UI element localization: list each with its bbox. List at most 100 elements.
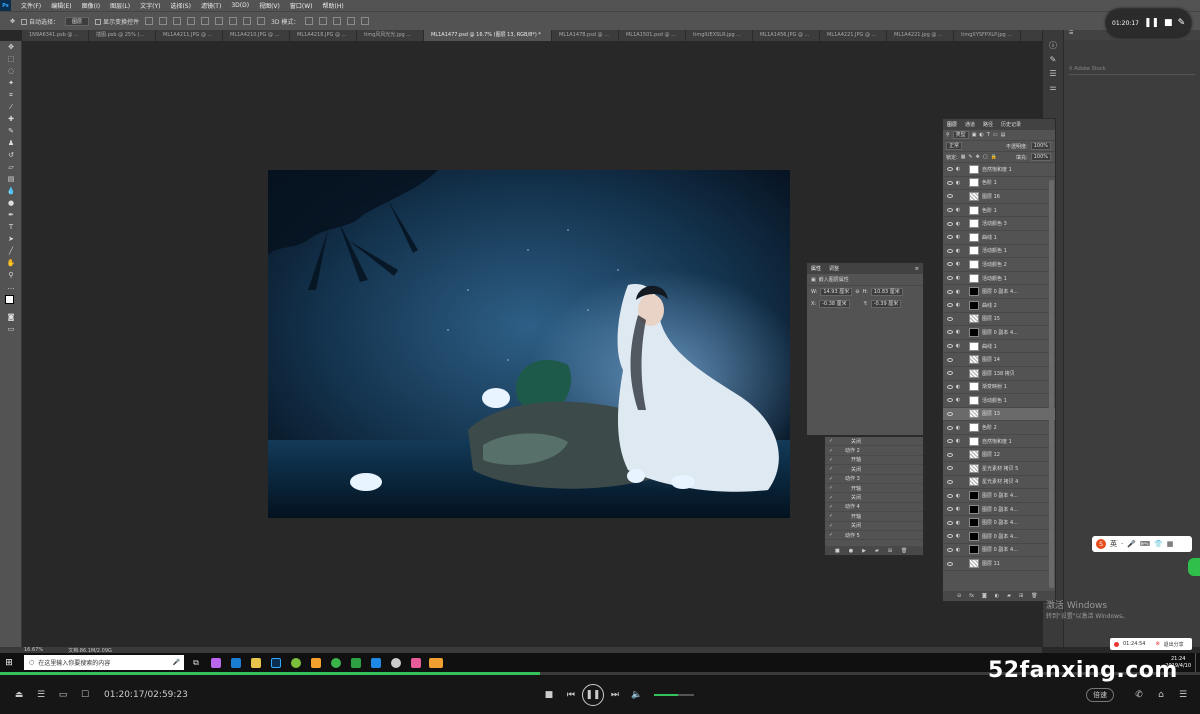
visibility-eye-icon[interactable] <box>947 235 953 240</box>
doc-tab[interactable]: timg风风光光.jpg ... <box>357 30 424 41</box>
doc-tab-active[interactable]: ML1A1477.psd @ 16.7% (图层 13, RGB/8*) * <box>424 30 552 41</box>
layer-row[interactable]: 星光素材 拷贝 4 <box>943 476 1055 490</box>
layer-name[interactable]: 图层 0 副本 4... <box>982 492 1018 499</box>
layer-row[interactable]: ◐ 曲线 1 <box>943 231 1055 245</box>
lock-brush-icon[interactable]: ✎ <box>968 154 972 160</box>
share-icon[interactable]: ⌂ <box>1150 690 1172 700</box>
doc-tab[interactable]: ML1A1501.psd @ ... <box>619 30 686 41</box>
menu-view[interactable]: 视图(V) <box>259 1 280 10</box>
layer-name[interactable]: 图层 12 <box>982 451 1000 458</box>
action-row[interactable]: ✓ 开轴 <box>825 484 923 494</box>
menu-3d[interactable]: 3D(D) <box>231 2 249 9</box>
action-row[interactable]: ✓ 动作 5 <box>825 531 923 541</box>
color-swatches[interactable] <box>0 293 21 311</box>
photoshop-icon[interactable] <box>268 653 284 672</box>
lock-move-icon[interactable]: ✥ <box>976 154 980 160</box>
quick-mask-icon[interactable]: ◙ <box>0 311 22 323</box>
rotate-3d-icon[interactable] <box>305 17 314 25</box>
healing-brush-icon[interactable]: ✚ <box>0 113 22 125</box>
adjust-icon[interactable]: ☰ <box>1043 66 1063 80</box>
app-icon-2[interactable] <box>308 653 324 672</box>
layer-name[interactable]: 图层 0 副本 4... <box>982 288 1018 295</box>
visibility-eye-icon[interactable] <box>947 561 953 566</box>
windows-start-icon[interactable]: ⊞ <box>0 653 18 672</box>
stop-icon[interactable]: ■ <box>1164 18 1173 28</box>
play-icon[interactable]: ▶ <box>862 548 866 554</box>
layer-row[interactable]: ◐ 自然饱和度 1 <box>943 163 1055 177</box>
action-row[interactable]: ✓ 动作 3 <box>825 475 923 484</box>
speed-button[interactable]: 倍速 <box>1086 687 1114 702</box>
layer-name[interactable]: 渐变映射 1 <box>982 383 1007 390</box>
show-transform-checkbox[interactable]: 显示变换控件 <box>95 17 139 26</box>
y-field[interactable]: -0.39 厘米 <box>870 300 902 308</box>
layer-name[interactable]: 星光素材 拷贝 4 <box>982 478 1018 485</box>
menu-type[interactable]: 文字(Y) <box>140 1 160 10</box>
fill-field[interactable]: 100% <box>1030 153 1051 161</box>
visibility-eye-icon[interactable] <box>947 289 953 294</box>
layer-row[interactable]: 星光素材 拷贝 5 <box>943 462 1055 476</box>
explorer-icon[interactable] <box>248 653 264 672</box>
filter-smart-icon[interactable]: ▤ <box>1001 132 1006 138</box>
layer-row[interactable]: ◐ 图层 0 副本 4... <box>943 530 1055 544</box>
pan-3d-icon[interactable] <box>333 17 342 25</box>
menu-file[interactable]: 文件(F) <box>21 1 41 10</box>
screen-mode-icon[interactable]: ▭ <box>0 323 22 335</box>
layer-row[interactable]: 图层 13 <box>943 407 1055 422</box>
app-icon-4[interactable] <box>348 653 364 672</box>
menu-image[interactable]: 图像(I) <box>82 1 100 10</box>
distribute-icon-3[interactable] <box>257 17 266 25</box>
pen-tool-icon[interactable]: ✒ <box>0 209 22 221</box>
stop-icon[interactable]: ■ <box>538 690 560 700</box>
stop-icon[interactable]: ■ <box>835 548 840 554</box>
app-icon-6[interactable] <box>388 653 404 672</box>
doc-tab[interactable]: ML1A4211.JPG @ ... <box>156 30 223 41</box>
new-action-icon[interactable]: ⊞ <box>888 548 892 554</box>
filter-type-icon[interactable]: T <box>987 132 990 138</box>
visibility-eye-icon[interactable] <box>947 411 953 416</box>
panel-menu-icon[interactable]: ≡ <box>915 266 919 272</box>
filter-shape-icon[interactable]: ▭ <box>993 132 998 138</box>
scale-3d-icon[interactable] <box>361 17 370 25</box>
menu-window[interactable]: 窗口(W) <box>290 1 313 10</box>
side-tab-button[interactable] <box>1188 558 1200 576</box>
brush-settings-icon[interactable]: ✎ <box>1043 52 1063 66</box>
layer-row[interactable]: ◐ 活动颜色 2 <box>943 258 1055 272</box>
volume-icon[interactable]: 🔈 <box>626 690 648 700</box>
layer-name[interactable]: 活动颜色 1 <box>982 275 1007 282</box>
next-icon[interactable]: ⏭ <box>604 690 626 700</box>
doc-tab[interactable]: ML1A1456.JPG @ ... <box>753 30 820 41</box>
visibility-eye-icon[interactable] <box>947 248 953 253</box>
layer-name[interactable]: 活动颜色 2 <box>982 261 1007 268</box>
layer-name[interactable]: 图层 15 <box>982 315 1000 322</box>
layer-row[interactable]: ◐ 图层 0 副本 4... <box>943 516 1055 531</box>
doc-tab[interactable]: ML1A4218.JPG @ ... <box>290 30 357 41</box>
task-view-icon[interactable]: ⧉ <box>188 653 204 672</box>
visibility-eye-icon[interactable] <box>947 425 953 430</box>
exit-share-button[interactable]: 退出分享 <box>1164 641 1184 648</box>
layer-row[interactable]: ◐ 色阶 1 <box>943 177 1055 191</box>
visibility-eye-icon[interactable] <box>947 221 953 226</box>
distribute-icon-2[interactable] <box>243 17 252 25</box>
layer-name[interactable]: 图层 11 <box>982 560 1000 567</box>
align-bottom-icon[interactable] <box>215 17 224 25</box>
trash-icon[interactable]: 🗑 <box>901 548 907 554</box>
shape-tool-icon[interactable]: ╱ <box>0 245 22 257</box>
pause-icon[interactable]: ❚❚ <box>1144 18 1159 28</box>
layer-row[interactable]: ◐ 图层 0 副本 4... <box>943 489 1055 503</box>
visibility-eye-icon[interactable] <box>947 534 953 539</box>
taskbar-search[interactable]: ○ 在这里输入你要搜索的内容 🎤 <box>24 655 184 670</box>
add-mask-icon[interactable]: ◙ <box>982 593 987 599</box>
align-top-icon[interactable] <box>187 17 196 25</box>
visibility-eye-icon[interactable] <box>947 371 953 376</box>
visibility-eye-icon[interactable] <box>947 167 953 172</box>
more-icon[interactable]: ☰ <box>1172 690 1194 700</box>
trash-icon[interactable]: 🗑 <box>1031 593 1037 599</box>
layer-name[interactable]: 色阶 2 <box>982 424 997 431</box>
height-field[interactable]: 10.83 厘米 <box>870 288 903 296</box>
app-icon-7[interactable] <box>408 653 424 672</box>
moon-icon[interactable]: · <box>1121 540 1123 548</box>
align-left-icon[interactable] <box>145 17 154 25</box>
slide-3d-icon[interactable] <box>347 17 356 25</box>
action-row[interactable]: ✓ 开轴 <box>825 512 923 522</box>
path-select-icon[interactable]: ➤ <box>0 233 22 245</box>
